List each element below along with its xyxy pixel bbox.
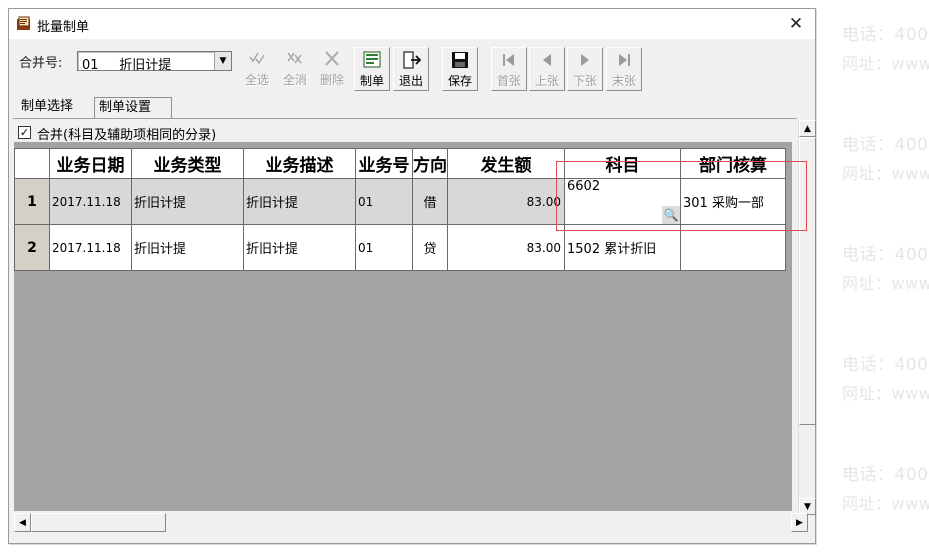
horizontal-scroll-thumb[interactable]: [31, 513, 166, 532]
cell-direction[interactable]: 贷: [412, 224, 448, 271]
delete-icon: [325, 51, 339, 66]
watermark-phone: 电话：400-665-0028: [842, 25, 929, 45]
column-header-rownum: [14, 148, 50, 179]
dropdown-arrow-icon[interactable]: ▼: [214, 52, 231, 70]
vertical-scroll-thumb[interactable]: [799, 137, 816, 425]
deselect-all-icon: [287, 52, 302, 64]
select-all-button[interactable]: 全选: [241, 47, 273, 91]
voucher-grid: 业务日期 业务类型 业务描述 业务号 方向 发生额 科目 部门核算 1 2017…: [14, 142, 792, 511]
scroll-up-icon[interactable]: ▲: [799, 120, 816, 137]
cell-department[interactable]: 301 采购一部: [680, 178, 786, 225]
first-page-button[interactable]: 首张: [491, 47, 527, 91]
row-number: 1: [14, 178, 50, 225]
cell-type[interactable]: 折旧计提: [131, 224, 244, 271]
cell-amount[interactable]: 83.00: [447, 178, 565, 225]
column-header-department[interactable]: 部门核算: [680, 148, 786, 179]
exit-label: 退出: [398, 74, 423, 88]
watermark-phone: 电话：400-665-0028: [842, 355, 929, 375]
watermark-site: 网址：www.chanjet.net: [842, 384, 929, 403]
cell-biz-number[interactable]: 01: [355, 178, 413, 225]
merge-checkbox-label: 合并(科目及辅助项相同的分录): [37, 128, 217, 143]
watermark-site: 网址：www.chanjet.net: [842, 274, 929, 293]
deselect-all-button[interactable]: 全消: [279, 47, 311, 91]
column-header-description[interactable]: 业务描述: [243, 148, 356, 179]
watermark-phone: 电话：400-665-0028: [842, 135, 929, 155]
make-voucher-button[interactable]: 制单: [354, 47, 390, 91]
column-header-date[interactable]: 业务日期: [49, 148, 132, 179]
scroll-right-icon[interactable]: ▶: [791, 513, 808, 532]
tab-voucher-settings[interactable]: 制单设置: [94, 97, 172, 119]
delete-button[interactable]: 删除: [315, 47, 349, 91]
next-page-button[interactable]: 下张: [567, 47, 603, 91]
tab-divider: [13, 118, 797, 119]
voucher-icon: [363, 51, 381, 68]
first-page-icon: [503, 54, 514, 66]
select-all-label: 全选: [244, 73, 269, 87]
cell-date[interactable]: 2017.11.18: [49, 224, 132, 271]
voucher-table: 业务日期 业务类型 业务描述 业务号 方向 发生额 科目 部门核算 1 2017…: [14, 148, 786, 271]
prev-page-label: 上张: [534, 74, 559, 88]
cell-account-editing[interactable]: 6602 🔍: [564, 178, 681, 225]
select-all-icon: [249, 52, 265, 65]
next-page-icon: [581, 54, 589, 66]
cell-description[interactable]: 折旧计提: [243, 224, 356, 271]
last-page-icon: [619, 54, 630, 66]
search-lookup-icon[interactable]: 🔍: [662, 206, 680, 224]
tab-voucher-selection[interactable]: 制单选择: [17, 97, 92, 119]
delete-label: 删除: [319, 73, 344, 87]
cell-biz-number[interactable]: 01: [355, 224, 413, 271]
close-button[interactable]: ✕: [785, 13, 807, 35]
first-page-label: 首张: [496, 74, 521, 88]
app-icon: [17, 16, 30, 30]
account-input[interactable]: 6602: [567, 180, 600, 195]
batch-voucher-dialog: 批量制单 ✕ 合并号: 01 折旧计提 ▼ 全选 全消 删除 制单 退出 保存 …: [8, 8, 816, 544]
save-label: 保存: [447, 74, 472, 88]
column-header-direction[interactable]: 方向: [412, 148, 448, 179]
merge-number-value: 01 折旧计提: [82, 58, 172, 73]
watermark-phone: 电话：400-665-0028: [842, 245, 929, 265]
prev-page-button[interactable]: 上张: [529, 47, 565, 91]
last-page-button[interactable]: 末张: [606, 47, 642, 91]
deselect-all-label: 全消: [282, 73, 307, 87]
cell-department[interactable]: [680, 224, 786, 271]
next-page-label: 下张: [572, 74, 597, 88]
table-row[interactable]: 1 2017.11.18 折旧计提 折旧计提 01 借 83.00 6602 🔍…: [14, 178, 786, 225]
exit-door-icon: [403, 51, 422, 69]
column-header-account[interactable]: 科目: [564, 148, 681, 179]
merge-number-label: 合并号:: [19, 56, 63, 71]
prev-page-icon: [543, 54, 551, 66]
table-row[interactable]: 2 2017.11.18 折旧计提 折旧计提 01 贷 83.00 1502 累…: [14, 224, 786, 271]
row-number: 2: [14, 224, 50, 271]
title-bar: 批量制单 ✕: [9, 9, 815, 39]
merge-checkbox[interactable]: ✓: [18, 126, 31, 139]
last-page-label: 末张: [611, 74, 636, 88]
watermark-site: 网址：www.chanjet.net: [842, 164, 929, 183]
column-header-type[interactable]: 业务类型: [131, 148, 244, 179]
cell-description[interactable]: 折旧计提: [243, 178, 356, 225]
watermark-site: 网址：www.chanjet.net: [842, 54, 929, 73]
vertical-scrollbar[interactable]: ▲ ▼: [798, 120, 816, 515]
window-title: 批量制单: [37, 20, 90, 35]
make-voucher-label: 制单: [359, 74, 384, 88]
page: 电话：400-665-0028 电话：400-665-0028 电话：400-6…: [0, 0, 929, 557]
watermark-site: 网址：www.chanjet.net: [842, 494, 929, 513]
horizontal-scrollbar[interactable]: ◀ ▶: [14, 513, 808, 532]
cell-direction[interactable]: 借: [412, 178, 448, 225]
cell-amount[interactable]: 83.00: [447, 224, 565, 271]
save-icon: [452, 52, 468, 68]
close-icon: ✕: [788, 14, 804, 34]
table-header-row: 业务日期 业务类型 业务描述 业务号 方向 发生额 科目 部门核算: [14, 148, 786, 179]
save-button[interactable]: 保存: [442, 47, 478, 91]
column-header-amount[interactable]: 发生额: [447, 148, 565, 179]
watermark-phone: 电话：400-665-0028: [842, 465, 929, 485]
merge-number-select[interactable]: 01 折旧计提 ▼: [77, 51, 232, 73]
column-header-biz-number[interactable]: 业务号: [355, 148, 413, 179]
cell-account[interactable]: 1502 累计折旧: [564, 224, 681, 271]
cell-date[interactable]: 2017.11.18: [49, 178, 132, 225]
cell-type[interactable]: 折旧计提: [131, 178, 244, 225]
scroll-left-icon[interactable]: ◀: [14, 513, 31, 532]
exit-button[interactable]: 退出: [393, 47, 429, 91]
